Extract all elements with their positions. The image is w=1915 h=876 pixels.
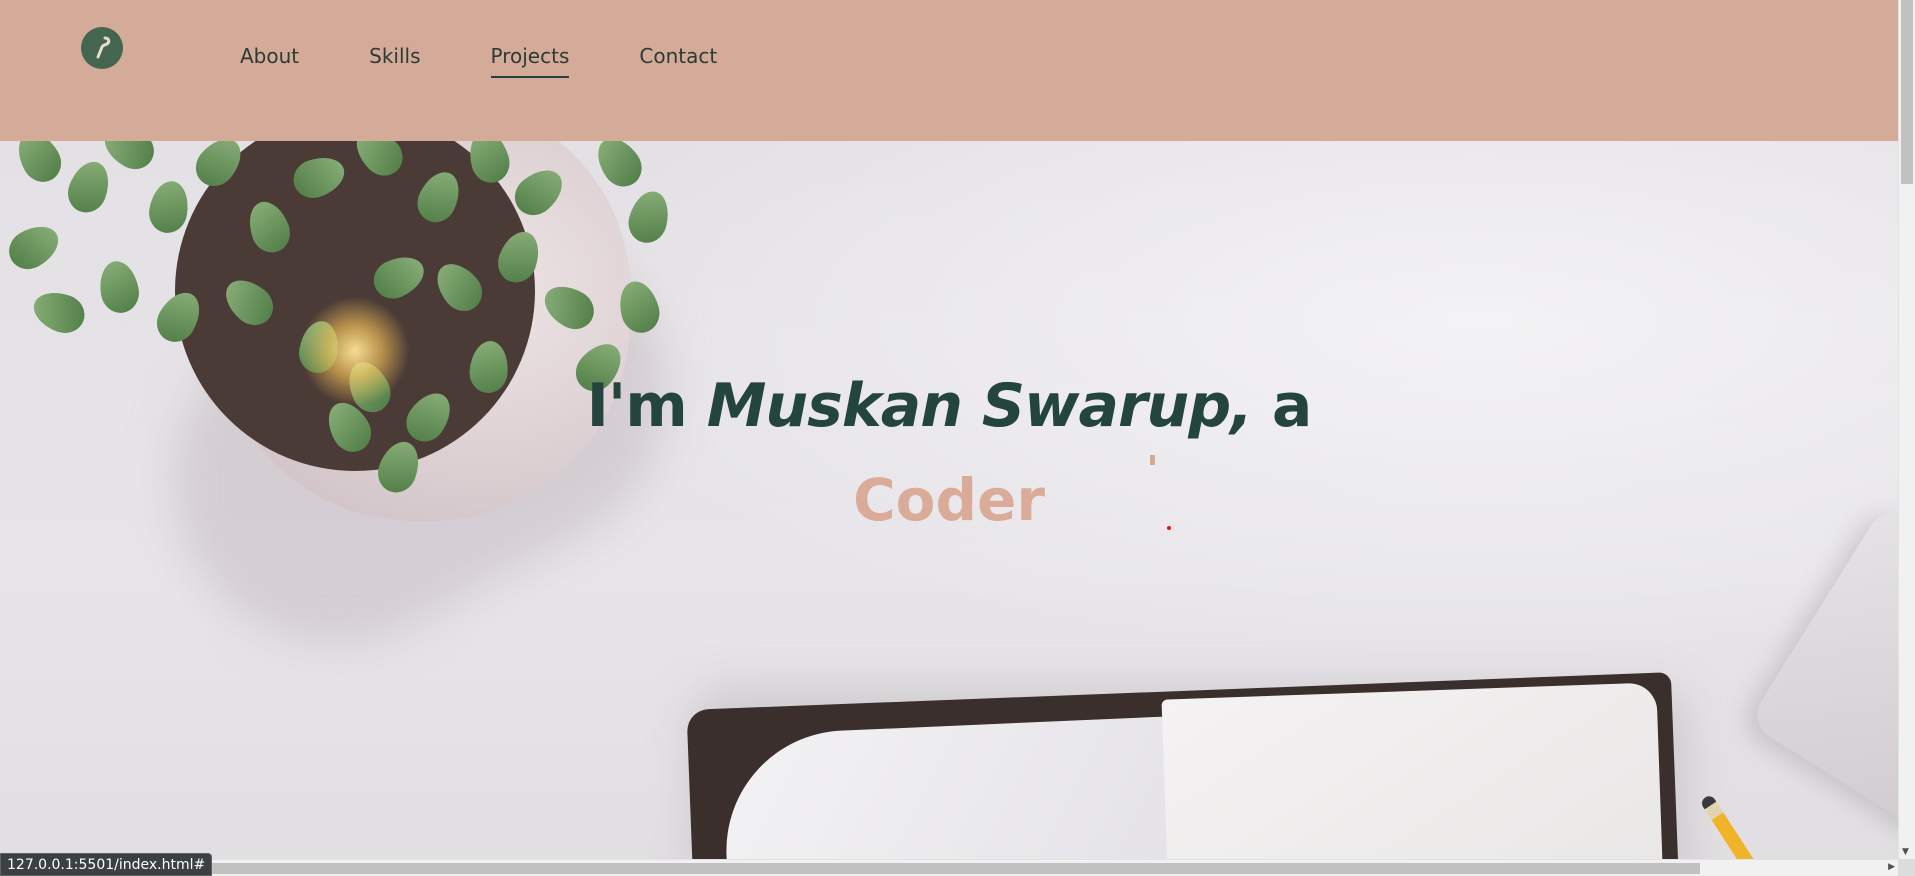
nav-skills-link[interactable]: Skills <box>369 44 420 78</box>
typed-role-text: Coder <box>853 466 1045 534</box>
vertical-scrollbar[interactable]: ▼ <box>1898 0 1915 859</box>
hero-title-name: Muskan Swarup, <box>706 371 1253 441</box>
scroll-down-arrow-icon[interactable]: ▼ <box>1902 847 1909 857</box>
hero-title: I'm Muskan Swarup, a <box>0 371 1898 441</box>
link-status-url: 127.0.0.1:5501/index.html# <box>0 853 213 876</box>
notebook-right-page <box>1161 682 1664 859</box>
horizontal-scrollbar[interactable]: ▶ <box>0 859 1898 876</box>
nav-contact-link[interactable]: Contact <box>639 44 717 78</box>
main-nav: About Skills Projects Contact <box>240 44 717 78</box>
logo[interactable] <box>81 27 123 69</box>
nav-projects-link[interactable]: Projects <box>490 44 569 78</box>
horizontal-scroll-thumb[interactable] <box>0 863 1700 874</box>
top-navbar: About Skills Projects Contact <box>0 0 1898 141</box>
mouse-pointer-dot <box>1167 526 1171 530</box>
hero-title-suffix: a <box>1252 371 1313 441</box>
scrollbar-corner <box>1898 859 1915 876</box>
nav-about-link[interactable]: About <box>240 44 299 78</box>
typing-caret <box>1150 455 1155 465</box>
vertical-scroll-thumb[interactable] <box>1901 0 1913 184</box>
scroll-right-arrow-icon[interactable]: ▶ <box>1888 862 1895 872</box>
feather-brush-logo-icon <box>96 36 111 59</box>
hero-title-prefix: I'm <box>586 371 707 441</box>
